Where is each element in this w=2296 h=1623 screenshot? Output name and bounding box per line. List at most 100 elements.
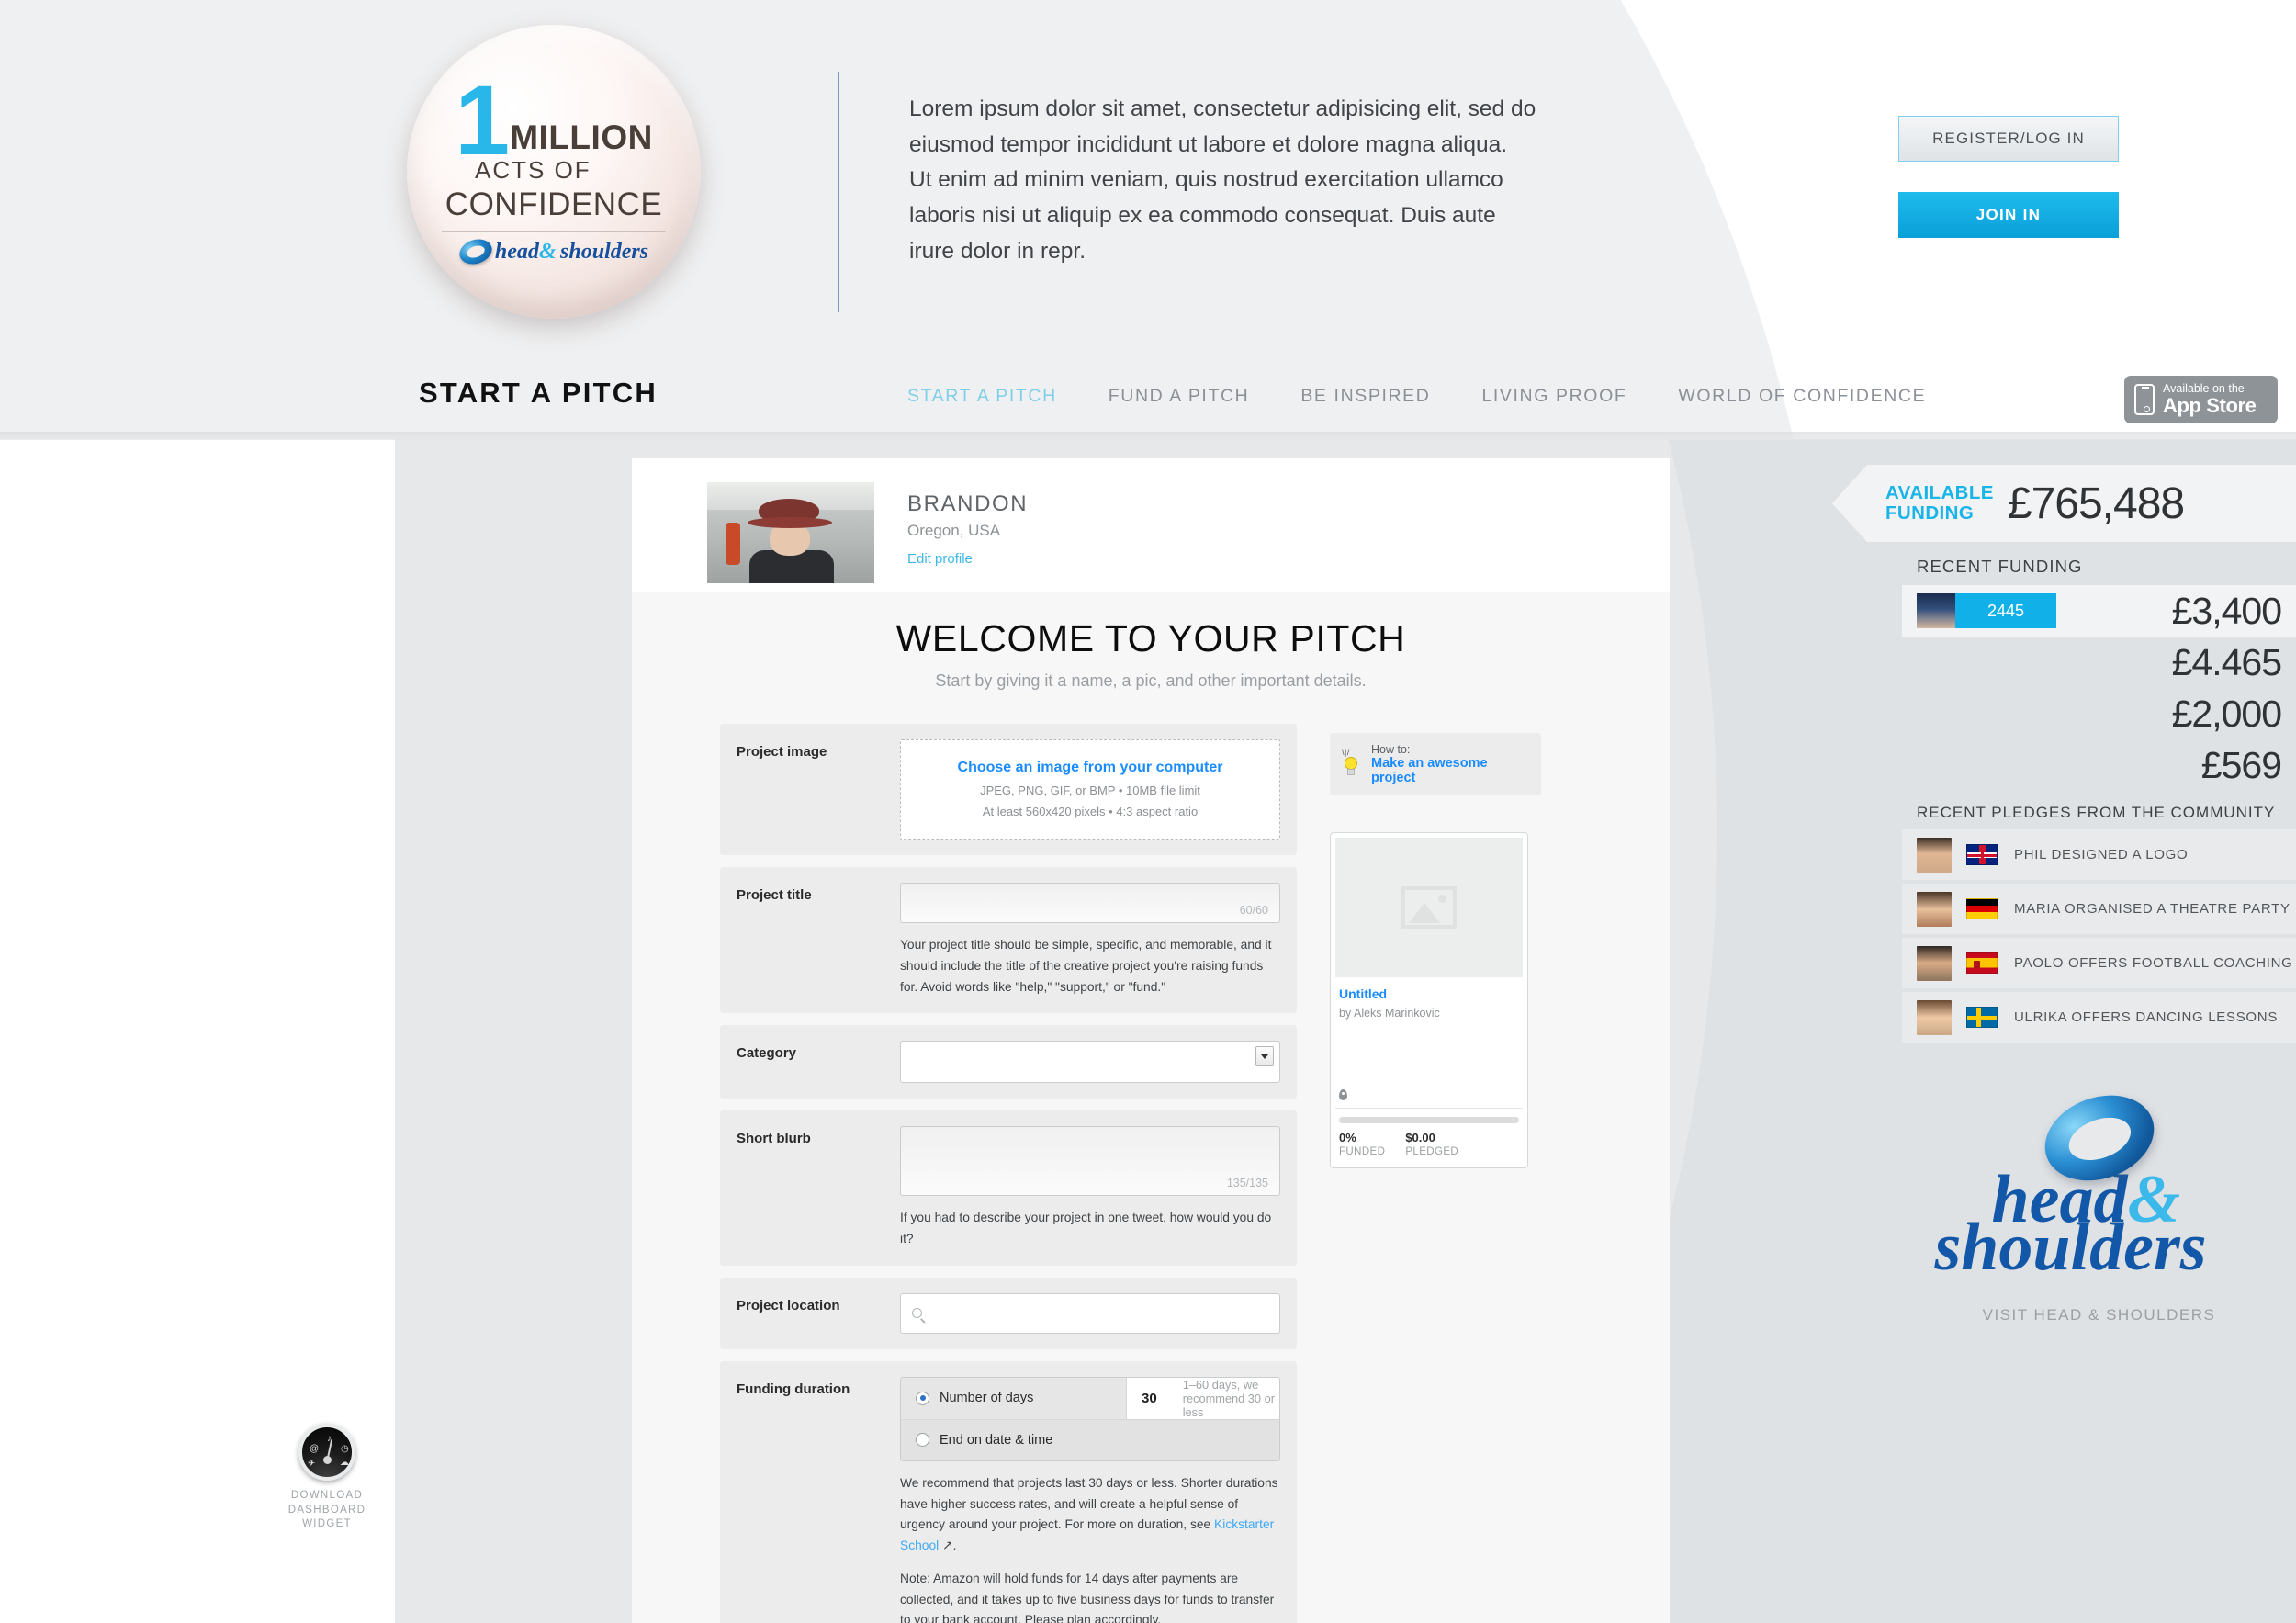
badge-number-one: 1: [455, 64, 510, 176]
funding-count-badge: 2445: [1955, 593, 2056, 628]
external-link-icon: ↗: [939, 1538, 953, 1552]
preview-project-title: Untitled: [1339, 986, 1388, 1001]
flag-germany-icon: [1966, 898, 1998, 919]
available-funding-banner: AVAILABLE FUNDING £765,488: [1832, 465, 2296, 542]
profile-bar: BRANDON Oregon, USA Edit profile: [632, 458, 1670, 592]
available-funding-label-2: FUNDING: [1885, 502, 1975, 524]
recent-funding-row[interactable]: £569: [1902, 739, 2296, 791]
funding-duration-help-2: Note: Amazon will hold funds for 14 days…: [900, 1571, 1275, 1623]
download-dashboard-widget[interactable]: @ ♪ ◷ ✈ ☁ DOWNLOAD DASHBOARD WIDGET: [264, 1424, 389, 1532]
field-category: Category: [720, 1025, 1297, 1099]
category-select[interactable]: [900, 1041, 1280, 1084]
recent-funding-row[interactable]: 2445 £3,400: [1902, 585, 2296, 637]
nav-item-be-inspired[interactable]: BE INSPIRED: [1275, 386, 1456, 407]
pledge-text: ULRIKA OFFERS DANCING LESSONS: [2014, 1009, 2279, 1025]
pledger-avatar: [1917, 837, 1952, 873]
project-title-input[interactable]: 60/60: [900, 883, 1280, 923]
pledge-row[interactable]: PHIL DESIGNED A LOGO: [1902, 829, 2296, 880]
pledge-row[interactable]: ULRIKA OFFERS DANCING LESSONS: [1902, 992, 2296, 1043]
chevron-down-icon: [1255, 1046, 1274, 1067]
project-preview-card: Untitled by Aleks Marinkovic 0% FUNDED $…: [1330, 832, 1528, 1168]
funding-duration-help-text-b: .: [952, 1538, 957, 1552]
option-number-of-days-label: Number of days: [940, 1391, 1034, 1406]
pledge-text: MARIA ORGANISED A THEATRE PARTY: [2014, 901, 2290, 917]
choose-image-link[interactable]: Choose an image from your computer: [910, 760, 1270, 776]
days-hint: 1–60 days, we recommend 30 or less: [1182, 1377, 1275, 1419]
visit-head-shoulders-link[interactable]: VISIT HEAD & SHOULDERS: [1902, 1306, 2296, 1324]
right-sidebar: AVAILABLE FUNDING £765,488 RECENT FUNDIN…: [1832, 439, 2296, 1623]
widget-line-1: DOWNLOAD: [290, 1490, 364, 1501]
short-blurb-help: If you had to describe your project in o…: [900, 1211, 1272, 1245]
nav-item-world-of-confidence[interactable]: WORLD OF CONFIDENCE: [1652, 386, 1952, 407]
funding-duration-options: Number of days 30 1–60 days, we recommen…: [900, 1376, 1280, 1461]
nav-item-start-a-pitch[interactable]: START A PITCH: [882, 386, 1083, 407]
badge-brand-line-2: shoulders: [560, 239, 649, 264]
pledge-row[interactable]: PAOLO OFFERS FOOTBALL COACHING: [1902, 938, 2296, 988]
sidebar-brand-line-2: shoulders: [1934, 1209, 2207, 1285]
pledger-avatar: [1917, 945, 1952, 981]
option-end-on-date[interactable]: End on date & time: [901, 1418, 1279, 1460]
preview-pledged-value: $0.00: [1405, 1131, 1435, 1144]
welcome-subtitle: Start by giving it a name, a pic, and ot…: [935, 671, 1367, 690]
how-to-label: How to:: [1371, 743, 1411, 756]
funding-amount: £3,400: [2171, 589, 2282, 632]
label-project-title: Project title: [737, 887, 812, 903]
project-title-counter: 60/60: [1239, 904, 1268, 917]
widget-line-3: WIDGET: [302, 1518, 352, 1530]
funding-thumbnail: [1917, 593, 1955, 628]
pledger-avatar: [1917, 999, 1952, 1035]
welcome-title: WELCOME TO YOUR PITCH: [895, 617, 1406, 659]
flag-spain-icon: [1966, 952, 1998, 974]
preview-image-placeholder: [1335, 838, 1523, 977]
welcome-banner: WELCOME TO YOUR PITCH Start by giving it…: [632, 592, 1670, 704]
recent-funding-row[interactable]: £4.465: [1902, 637, 2296, 688]
nav-item-living-proof[interactable]: LIVING PROOF: [1456, 386, 1652, 407]
radio-unselected-icon[interactable]: [916, 1433, 929, 1448]
join-in-button[interactable]: JOIN IN: [1898, 192, 2119, 238]
pledge-row[interactable]: MARIA ORGANISED A THEATRE PARTY: [1902, 884, 2296, 934]
option-number-of-days[interactable]: Number of days 30 1–60 days, we recommen…: [901, 1377, 1279, 1419]
field-project-title: Project title 60/60 Your project title s…: [720, 867, 1297, 1014]
hero-vertical-rule: [838, 72, 839, 312]
register-login-button[interactable]: REGISTER/LOG IN: [1898, 116, 2119, 162]
field-project-location: Project location: [720, 1277, 1297, 1349]
app-store-line-2: App Store: [2163, 394, 2257, 418]
available-funding-amount: £765,488: [2007, 479, 2185, 528]
days-value[interactable]: 30: [1142, 1391, 1157, 1406]
badge-head-and-shoulders-logo: head& shoulders: [431, 234, 677, 268]
iphone-icon: [2134, 384, 2155, 415]
flag-sweden-icon: [1966, 1007, 1998, 1028]
option-end-on-date-label: End on date & time: [940, 1432, 1053, 1448]
edit-profile-link[interactable]: Edit profile: [907, 551, 1028, 567]
flag-uk-icon: [1966, 844, 1998, 865]
available-funding-label-1: AVAILABLE: [1885, 481, 1994, 503]
how-to-link[interactable]: Make an awesome project: [1371, 756, 1530, 785]
short-blurb-counter: 135/135: [1226, 1177, 1268, 1190]
field-funding-duration: Funding duration Number of days 30 1–60 …: [720, 1360, 1297, 1623]
pitch-form: Project image Choose an image from your …: [632, 704, 1670, 1623]
funding-amount: £4.465: [2171, 640, 2282, 683]
radio-selected-icon[interactable]: [916, 1391, 929, 1405]
app-store-badge[interactable]: Available on the App Store: [2124, 376, 2278, 423]
profile-photo: [707, 482, 874, 583]
label-short-blurb: Short blurb: [737, 1131, 811, 1147]
preview-pledged-label: PLEDGED: [1405, 1146, 1459, 1157]
badge-confidence-label: CONFIDENCE: [445, 186, 663, 222]
image-format-hint: JPEG, PNG, GIF, or BMP • 10MB file limit: [980, 783, 1200, 797]
short-blurb-textarea[interactable]: 135/135: [900, 1126, 1280, 1197]
project-image-dropzone[interactable]: Choose an image from your computer JPEG,…: [900, 739, 1280, 840]
field-project-image: Project image Choose an image from your …: [720, 724, 1297, 855]
one-million-acts-of-confidence-badge: 1 MILLION ACTS OF CONFIDENCE head& shoul…: [407, 25, 701, 319]
site-header: 1 MILLION ACTS OF CONFIDENCE head& shoul…: [0, 0, 2296, 439]
dashboard-dial-icon: @ ♪ ◷ ✈ ☁: [298, 1424, 355, 1481]
funding-duration-help-1: We recommend that projects last 30 days …: [900, 1473, 1280, 1557]
recent-funding-row[interactable]: £2,000: [1902, 688, 2296, 739]
image-size-hint: At least 560x420 pixels • 4:3 aspect rat…: [982, 805, 1199, 818]
search-icon: [912, 1308, 922, 1319]
project-location-input[interactable]: [900, 1292, 1280, 1334]
nav-item-fund-a-pitch[interactable]: FUND A PITCH: [1083, 386, 1276, 407]
head-shoulders-swoosh-icon: [456, 234, 496, 268]
badge-divider: [442, 231, 666, 232]
sidebar-brand-logo[interactable]: head& shoulders VISIT HEAD & SHOULDERS: [1902, 1046, 2296, 1324]
how-to-box[interactable]: How to: Make an awesome project: [1330, 733, 1541, 795]
